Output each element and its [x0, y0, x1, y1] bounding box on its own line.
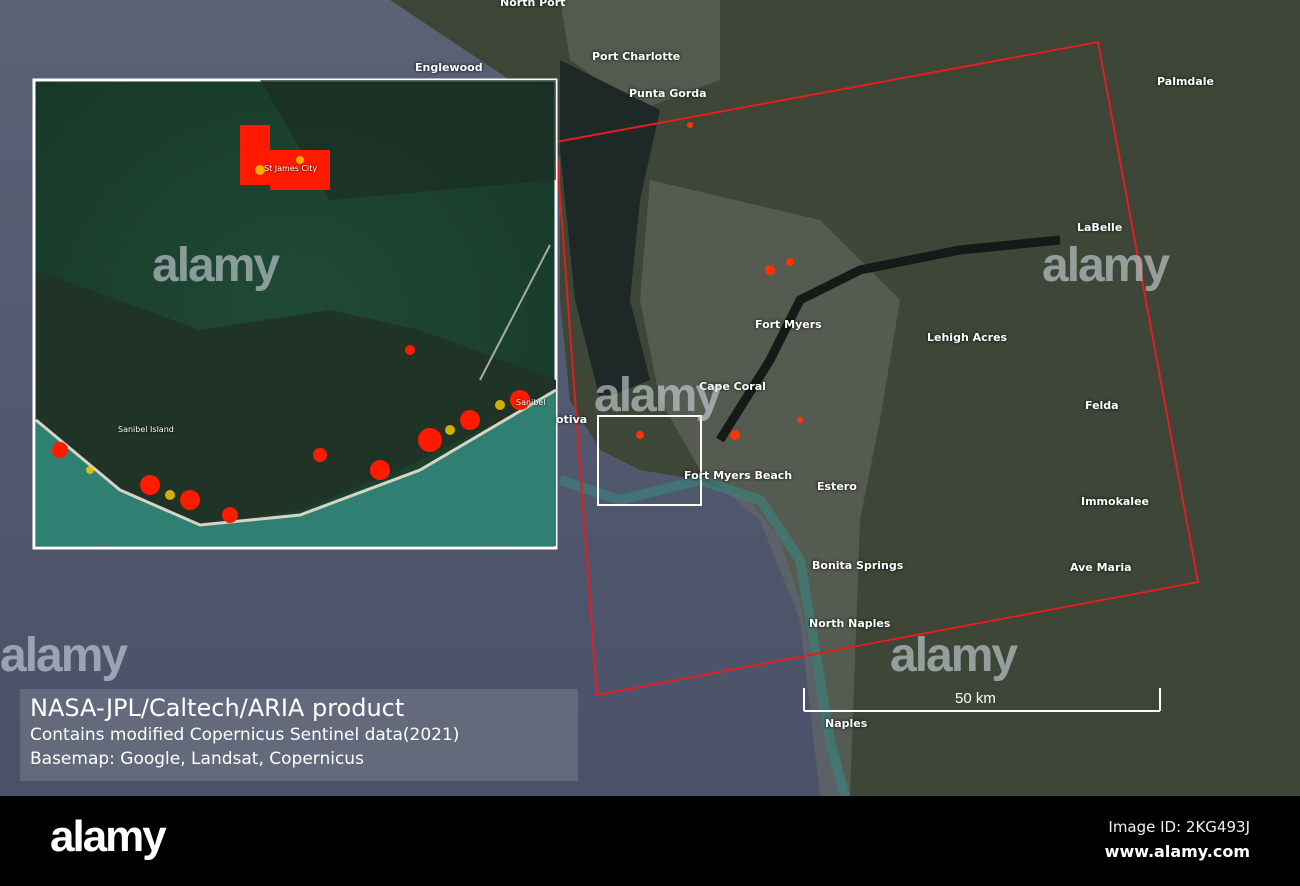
place-punta-gorda: Punta Gorda [629, 87, 707, 100]
watermark: alamy [890, 629, 1018, 682]
place-felda: Felda [1085, 399, 1119, 412]
watermark: alamy [152, 239, 280, 292]
place-estero: Estero [817, 480, 857, 493]
place-captiva: otiva [556, 413, 588, 426]
place-port-charlotte: Port Charlotte [592, 50, 681, 63]
place-naples: Naples [825, 717, 868, 730]
place-ave-maria: Ave Maria [1070, 561, 1132, 574]
place-labelle: LaBelle [1077, 221, 1123, 234]
image-id: Image ID: 2KG493J [1108, 818, 1250, 836]
inset-label-sanibel: Sanibel [516, 398, 546, 407]
place-lehigh-acres: Lehigh Acres [927, 331, 1008, 344]
inset-label-sanibel-island: Sanibel Island [118, 425, 174, 434]
attribution-line-1: NASA-JPL/Caltech/ARIA product [30, 694, 405, 722]
place-englewood: Englewood [415, 61, 483, 74]
place-bonita-springs: Bonita Springs [812, 559, 904, 572]
place-immokalee: Immokalee [1081, 495, 1150, 508]
inset-label-st-james-city: St James City [264, 164, 318, 173]
place-palmdale: Palmdale [1157, 75, 1214, 88]
alamy-logo: alamy [50, 812, 167, 861]
attribution-box: NASA-JPL/Caltech/ARIA product Contains m… [20, 689, 578, 781]
scale-bar-label: 50 km [955, 690, 996, 707]
place-north-port: North Port [500, 0, 566, 9]
watermark: alamy [1042, 239, 1170, 292]
watermark-footer [0, 796, 1300, 886]
place-north-naples: North Naples [809, 617, 891, 630]
site-url[interactable]: www.alamy.com [1105, 842, 1250, 861]
place-fort-myers-beach: Fort Myers Beach [684, 469, 793, 482]
watermark: alamy [594, 369, 722, 422]
watermark: alamy [0, 629, 128, 682]
place-fort-myers: Fort Myers [755, 318, 822, 331]
attribution-line-2: Contains modified Copernicus Sentinel da… [30, 725, 460, 745]
inset-map[interactable] [32, 78, 558, 550]
attribution-line-3: Basemap: Google, Landsat, Copernicus [30, 749, 364, 769]
